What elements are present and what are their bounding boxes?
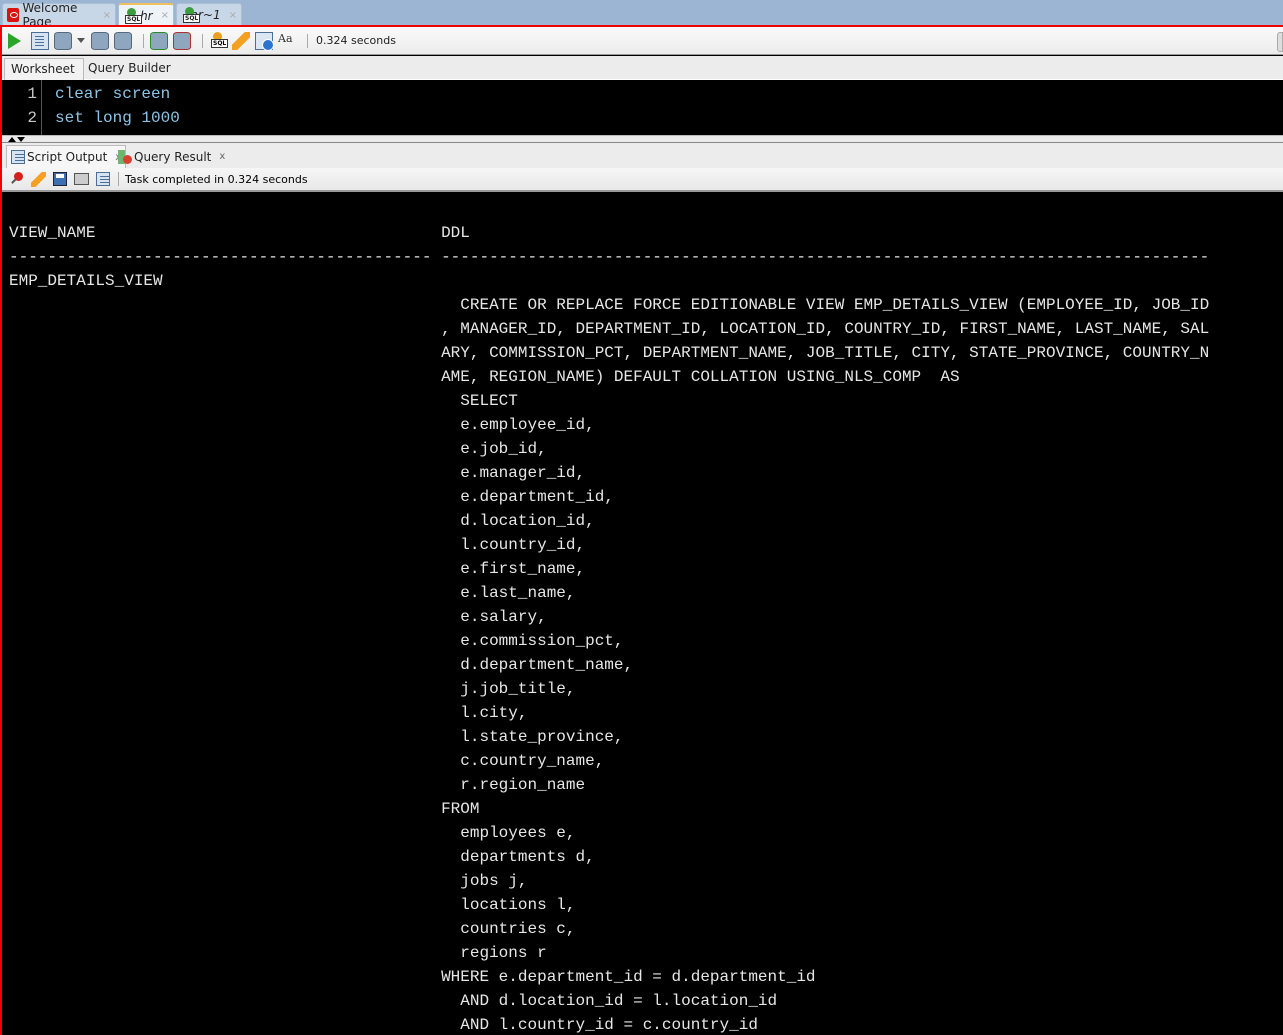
run-script-icon[interactable] xyxy=(31,31,49,50)
sql-tuning-icon[interactable] xyxy=(114,31,132,50)
output-tabs: Script Output x Query Result x xyxy=(2,143,1283,168)
collapse-down-icon[interactable] xyxy=(17,137,25,142)
explain-plan-icon[interactable] xyxy=(91,31,109,50)
output-line: l.state_province, xyxy=(9,728,624,746)
worksheet-toolbar: SQL Aa 0.324 seconds xyxy=(2,27,1283,55)
output-line: d.department_name, xyxy=(9,656,634,674)
output-line: l.country_id, xyxy=(9,536,586,554)
output-line: e.employee_id, xyxy=(9,416,595,434)
output-line: AME, REGION_NAME) DEFAULT COLLATION USIN… xyxy=(9,368,960,386)
output-line: r.region_name xyxy=(9,776,586,794)
unshared-sql-icon[interactable]: SQL xyxy=(209,31,229,50)
clear-output-icon[interactable] xyxy=(31,171,46,187)
sql-history-icon[interactable] xyxy=(255,31,274,51)
output-line: WHERE e.department_id = d.department_id xyxy=(9,968,816,986)
output-line: locations l, xyxy=(9,896,576,914)
tab-label: Script Output xyxy=(27,150,108,164)
output-line: departments d, xyxy=(9,848,595,866)
output-line: e.last_name, xyxy=(9,584,576,602)
clear-icon[interactable] xyxy=(232,31,250,50)
output-line: employees e, xyxy=(9,824,576,842)
output-line: j.job_title, xyxy=(9,680,576,698)
output-line: ----------------------------------------… xyxy=(9,248,1210,266)
sql-worksheet-icon: SQL xyxy=(181,7,201,23)
sql-worksheet-icon: SQL xyxy=(123,7,143,24)
separator xyxy=(118,172,119,186)
document-tab-bar: Welcome Page × SQL hr × SQL hr~1 × xyxy=(0,0,1283,29)
output-line: AND d.location_id = l.location_id xyxy=(9,992,778,1010)
output-line: e.job_id, xyxy=(9,440,547,458)
expand-up-icon[interactable] xyxy=(8,137,16,142)
script-output-icon xyxy=(11,150,25,164)
output-line: CREATE OR REPLACE FORCE EDITIONABLE VIEW… xyxy=(9,296,1210,314)
output-line: e.first_name, xyxy=(9,560,586,578)
output-line: AND l.country_id = c.country_id xyxy=(9,1016,758,1034)
query-result-icon xyxy=(118,149,132,164)
output-toolbar: Task completed in 0.324 seconds xyxy=(2,168,1283,192)
rollback-icon[interactable] xyxy=(173,31,191,50)
output-line: regions r xyxy=(9,944,547,962)
close-icon[interactable]: × xyxy=(161,10,169,21)
tab-script-output[interactable]: Script Output x xyxy=(6,145,127,168)
close-icon[interactable]: × xyxy=(229,10,237,21)
output-line: d.location_id, xyxy=(9,512,595,530)
worksheet-subtabs: Worksheet Query Builder xyxy=(2,56,1283,80)
to-upper-lower-icon[interactable]: Aa xyxy=(278,32,296,50)
tab-welcome-page[interactable]: Welcome Page × xyxy=(2,1,116,29)
output-line: l.city, xyxy=(9,704,528,722)
tab-hr-1[interactable]: SQL hr~1 × xyxy=(176,3,242,26)
close-icon[interactable]: × xyxy=(103,10,111,21)
output-line: jobs j, xyxy=(9,872,528,890)
tab-query-builder[interactable]: Query Builder xyxy=(82,58,177,80)
tab-hr[interactable]: SQL hr × xyxy=(118,3,174,26)
code-line[interactable]: set long 1000 xyxy=(55,109,180,127)
line-number: 1 xyxy=(27,85,37,103)
tab-label: Query Result xyxy=(134,149,212,164)
sql-editor[interactable]: 1 2 clear screen set long 1000 xyxy=(2,80,1283,135)
output-line: FROM xyxy=(9,800,480,818)
autotrace-icon[interactable] xyxy=(54,31,72,50)
chevron-down-icon[interactable] xyxy=(77,38,85,43)
output-line: e.salary, xyxy=(9,608,547,626)
run-statement-icon[interactable] xyxy=(8,32,26,50)
output-line: SELECT xyxy=(9,392,518,410)
toolbar-overflow-button[interactable] xyxy=(1277,32,1283,52)
separator xyxy=(143,33,144,48)
print-icon[interactable] xyxy=(74,173,89,185)
code-line[interactable]: clear screen xyxy=(55,85,170,103)
commit-icon[interactable] xyxy=(150,31,168,50)
output-line: VIEW_NAME DDL xyxy=(9,224,470,242)
output-line: e.department_id, xyxy=(9,488,614,506)
tab-query-result[interactable]: Query Result x xyxy=(114,145,229,168)
output-line: countries c, xyxy=(9,920,576,938)
output-line: c.country_name, xyxy=(9,752,605,770)
save-icon[interactable] xyxy=(53,172,67,186)
tab-worksheet[interactable]: Worksheet xyxy=(4,58,84,80)
oracle-icon xyxy=(7,8,19,22)
pane-splitter[interactable] xyxy=(2,135,1283,143)
separator xyxy=(202,33,203,48)
output-line: , MANAGER_ID, DEPARTMENT_ID, LOCATION_ID… xyxy=(9,320,1210,338)
script-output-panel[interactable]: VIEW_NAME DDL ---------------------------… xyxy=(2,194,1283,1035)
line-gutter: 1 2 xyxy=(2,80,42,135)
pin-icon[interactable] xyxy=(10,172,24,186)
close-icon[interactable]: x xyxy=(219,151,225,162)
separator xyxy=(307,33,308,48)
output-line: ARY, COMMISSION_PCT, DEPARTMENT_NAME, JO… xyxy=(9,344,1210,362)
output-line: EMP_DETAILS_VIEW xyxy=(9,272,163,290)
elapsed-time: 0.324 seconds xyxy=(316,34,396,47)
run-script-icon[interactable] xyxy=(96,172,110,186)
status-text: Task completed in 0.324 seconds xyxy=(125,172,308,186)
output-line: e.manager_id, xyxy=(9,464,586,482)
output-line: e.commission_pct, xyxy=(9,632,624,650)
line-number: 2 xyxy=(27,109,37,127)
